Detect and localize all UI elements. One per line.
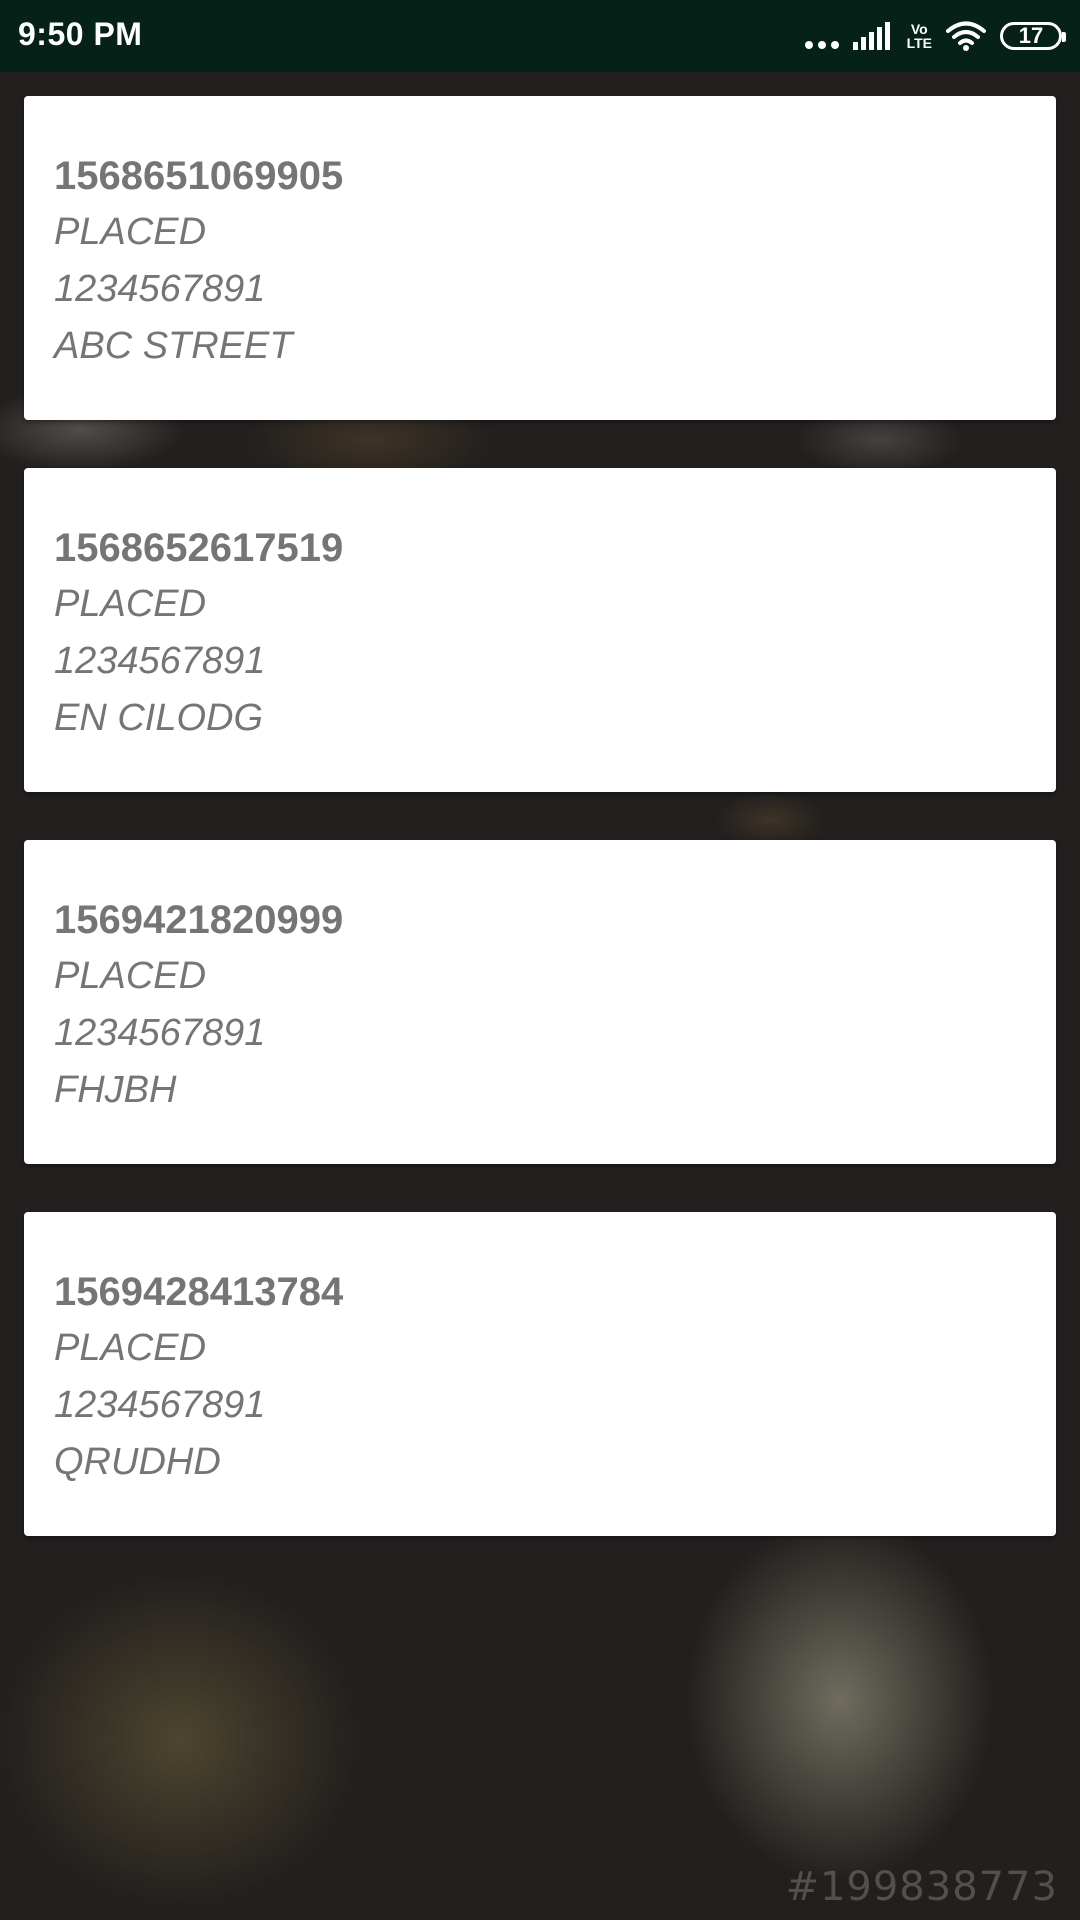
- order-address: EN CILODG: [54, 697, 264, 739]
- order-card[interactable]: 1569428413784 PLACED 1234567891 QRUDHD: [24, 1212, 1056, 1536]
- order-status: PLACED: [54, 1327, 207, 1369]
- status-bar: 9:50 PM Vo LTE 17: [0, 0, 1080, 72]
- background-watermark: #199838773: [785, 1864, 1058, 1910]
- order-address: QRUDHD: [54, 1441, 221, 1483]
- order-id: 1569428413784: [54, 1270, 344, 1314]
- order-phone: 1234567891: [54, 1012, 266, 1054]
- order-card[interactable]: 1569421820999 PLACED 1234567891 FHJBH: [24, 840, 1056, 1164]
- volte-label-bottom: LTE: [906, 35, 932, 51]
- order-list: 1568651069905 PLACED 1234567891 ABC STRE…: [24, 96, 1056, 1584]
- order-card[interactable]: 1568652617519 PLACED 1234567891 EN CILOD…: [24, 468, 1056, 792]
- battery-icon: 17: [1000, 22, 1066, 50]
- order-status: PLACED: [54, 211, 207, 253]
- more-notifications-icon: [804, 23, 839, 49]
- battery-level: 17: [1018, 23, 1044, 48]
- wifi-icon: [946, 21, 986, 51]
- order-status: PLACED: [54, 955, 207, 997]
- volte-label-top: Vo: [910, 21, 928, 37]
- order-phone: 1234567891: [54, 268, 266, 310]
- order-list-screen: 9:50 PM Vo LTE 17 1568651069905 PLACED 1…: [0, 0, 1080, 1920]
- order-address: FHJBH: [54, 1069, 177, 1111]
- order-address: ABC STREET: [54, 325, 293, 367]
- order-id: 1568651069905: [54, 154, 344, 198]
- status-time: 9:50 PM: [18, 16, 143, 52]
- order-phone: 1234567891: [54, 640, 266, 682]
- signal-strength-icon: [852, 22, 890, 50]
- order-id: 1568652617519: [54, 526, 344, 570]
- status-icons: Vo LTE 17: [804, 14, 1066, 58]
- order-status: PLACED: [54, 583, 207, 625]
- volte-icon: Vo LTE: [907, 22, 932, 50]
- order-phone: 1234567891: [54, 1384, 266, 1426]
- order-card[interactable]: 1568651069905 PLACED 1234567891 ABC STRE…: [24, 96, 1056, 420]
- order-id: 1569421820999: [54, 898, 344, 942]
